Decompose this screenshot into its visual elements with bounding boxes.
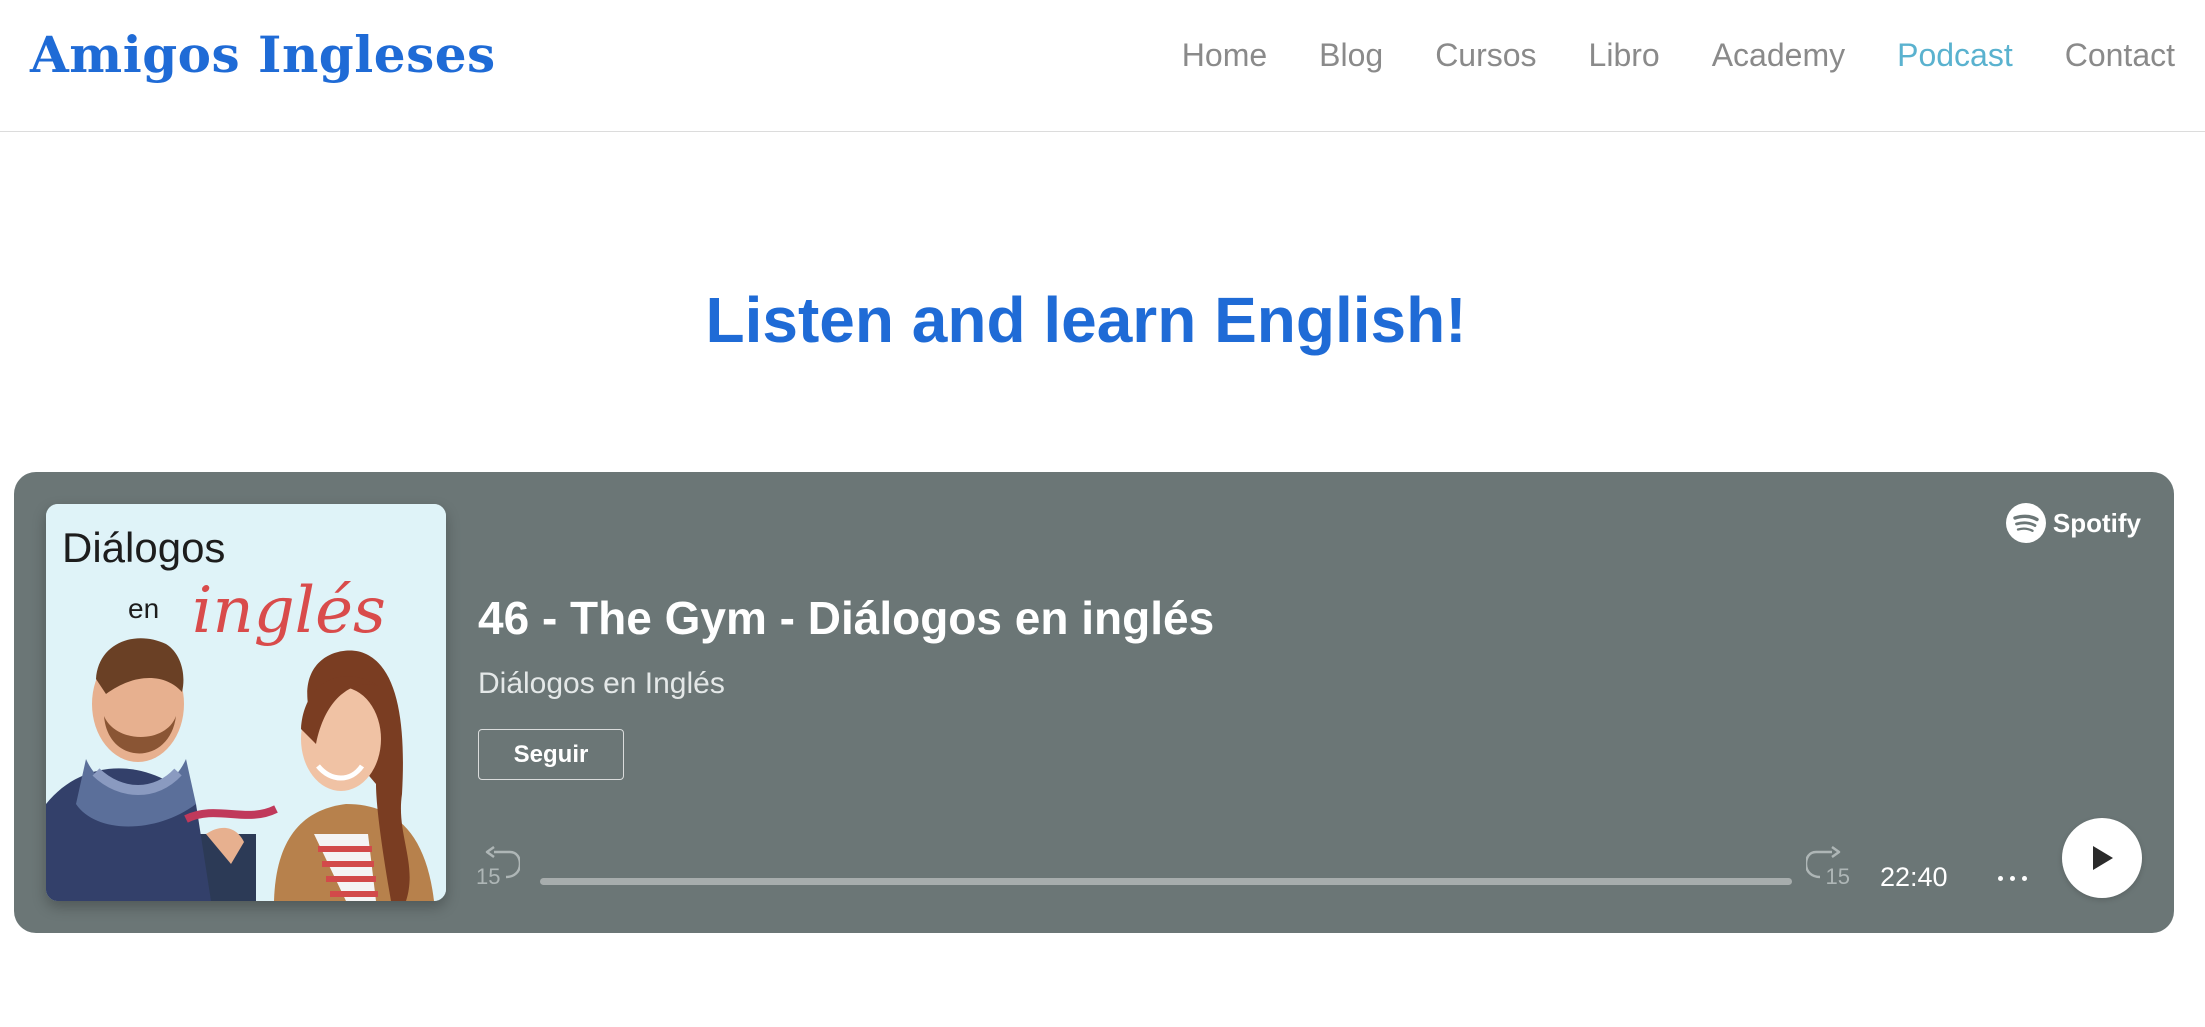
skip-forward-15-button[interactable]: 15 <box>1802 846 1850 890</box>
page-title: Listen and learn English! <box>705 284 1467 356</box>
more-options-button[interactable] <box>1988 864 2036 892</box>
cover-title-dialogos: Diálogos <box>62 524 225 571</box>
nav-item-libro[interactable]: Libro <box>1589 37 1660 74</box>
more-dot <box>2021 875 2027 881</box>
skip-back-label: 15 <box>476 864 501 889</box>
spotify-logo[interactable]: Spotify <box>2005 503 2141 543</box>
skip-back-15-button[interactable]: 15 <box>476 846 524 890</box>
follow-button[interactable]: Seguir <box>478 729 624 780</box>
play-button[interactable] <box>2062 818 2142 898</box>
cover-title-en: en <box>128 593 159 624</box>
nav-item-podcast[interactable]: Podcast <box>1897 37 2013 74</box>
spotify-embed-player: Diálogos en inglés Spotify 46 - The Gym … <box>14 472 2174 933</box>
podcast-cover-art[interactable]: Diálogos en inglés <box>46 504 446 901</box>
site-header: Amigos Ingleses Home Blog Cursos Libro A… <box>0 0 2205 132</box>
play-icon <box>2093 846 2113 870</box>
show-name[interactable]: Diálogos en Inglés <box>478 664 725 704</box>
cover-illustration: Diálogos en inglés <box>46 504 446 901</box>
episode-title[interactable]: 46 - The Gym - Diálogos en inglés <box>478 588 1214 648</box>
nav-item-blog[interactable]: Blog <box>1319 37 1383 74</box>
nav-item-home[interactable]: Home <box>1182 37 1267 74</box>
more-dot <box>1997 875 2003 881</box>
spotify-wordmark: Spotify <box>2052 507 2141 538</box>
cover-title-ingles: inglés <box>192 574 386 648</box>
episode-duration: 22:40 <box>1880 862 1948 892</box>
skip-forward-label: 15 <box>1825 864 1850 889</box>
main-nav: Home Blog Cursos Libro Academy Podcast C… <box>1182 30 2175 80</box>
more-dot <box>2009 875 2015 881</box>
nav-item-academy[interactable]: Academy <box>1712 37 1845 74</box>
spotify-icon <box>2005 503 2046 543</box>
nav-item-cursos[interactable]: Cursos <box>1435 37 1536 74</box>
nav-item-contact[interactable]: Contact <box>2065 37 2175 74</box>
progress-bar[interactable] <box>540 878 1792 885</box>
site-logo[interactable]: Amigos Ingleses <box>30 22 496 88</box>
